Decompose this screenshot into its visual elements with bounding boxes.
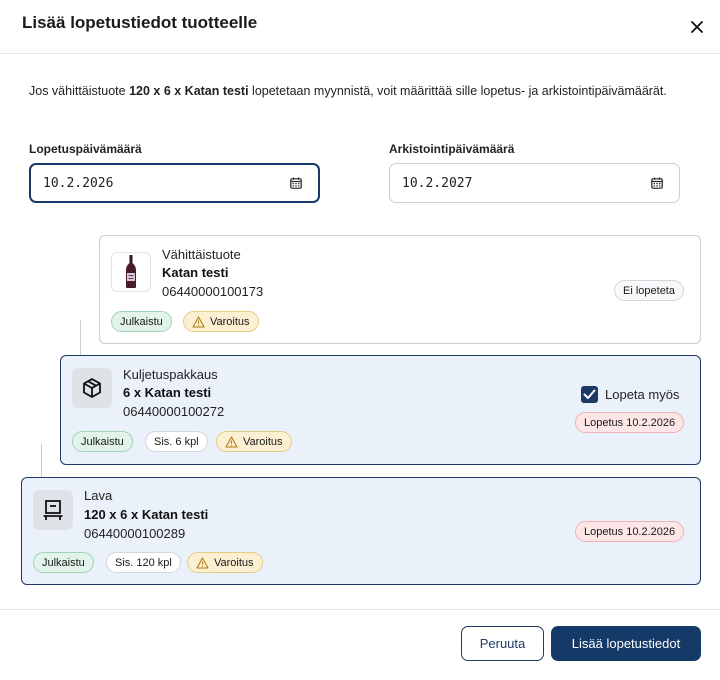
intro-product-name: 120 x 6 x Katan testi [129, 84, 249, 98]
product-card-transport-package: Kuljetuspakkaus 6 x Katan testi 06440000… [60, 355, 701, 465]
item-gtin: 06440000100289 [84, 526, 186, 541]
end-date-value: 10.2.2026 [43, 175, 114, 191]
status-badge: Julkaistu [72, 431, 133, 452]
warning-label: Varoitus [210, 315, 250, 328]
wine-bottle-icon [126, 255, 136, 288]
warning-badge[interactable]: Varoitus [183, 311, 259, 332]
end-also-label[interactable]: Lopeta myös [605, 387, 679, 402]
dialog-title: Lisää lopetustiedot tuotteelle [22, 13, 258, 32]
status-badge: Julkaistu [33, 552, 94, 573]
hierarchy-connector [80, 320, 100, 355]
product-card-retail: Vähittäistuote Katan testi 0644000010017… [99, 235, 701, 344]
warning-badge[interactable]: Varoitus [216, 431, 292, 452]
item-name: Katan testi [162, 265, 229, 280]
item-type: Lava [84, 488, 113, 503]
checkmark-icon [583, 389, 596, 399]
close-button[interactable] [684, 14, 710, 40]
archive-date-label: Arkistointipäivämäärä [389, 142, 515, 156]
item-name: 6 x Katan testi [123, 385, 212, 400]
close-icon [691, 21, 703, 33]
package-thumb [72, 368, 112, 408]
item-name: 120 x 6 x Katan testi [84, 507, 209, 522]
cancel-button[interactable]: Peruuta [461, 626, 544, 661]
pallet-thumb [33, 490, 73, 530]
warning-badge[interactable]: Varoitus [187, 552, 263, 573]
intro-text-end: lopetetaan myynnistä, voit määrittää sil… [248, 84, 667, 98]
box-icon [83, 378, 101, 398]
calendar-icon[interactable] [651, 177, 663, 189]
item-gtin: 06440000100272 [123, 404, 225, 419]
dialog-footer: Peruuta Lisää lopetustiedot [0, 609, 720, 680]
warning-label: Varoitus [243, 435, 283, 448]
pallet-icon [43, 500, 63, 520]
contains-badge: Sis. 6 kpl [145, 431, 208, 452]
end-status-badge: Ei lopeteta [614, 280, 684, 301]
end-date-label: Lopetuspäivämäärä [29, 142, 142, 156]
warning-icon [192, 315, 205, 328]
item-gtin: 06440000100173 [162, 284, 264, 299]
contains-badge: Sis. 120 kpl [106, 552, 181, 573]
end-also-checkbox[interactable] [581, 386, 598, 403]
end-date-badge: Lopetus 10.2.2026 [575, 412, 685, 433]
end-date-badge: Lopetus 10.2.2026 [575, 521, 685, 542]
hierarchy-connector [41, 444, 61, 477]
archive-date-value: 10.2.2027 [402, 175, 473, 191]
dialog-header: Lisää lopetustiedot tuotteelle [0, 0, 720, 54]
status-badge: Julkaistu [111, 311, 172, 332]
product-card-pallet: Lava 120 x 6 x Katan testi 0644000010028… [21, 477, 701, 585]
warning-icon [225, 435, 238, 448]
item-type: Vähittäistuote [162, 247, 241, 262]
intro-text-start: Jos vähittäistuote [29, 84, 130, 98]
archive-date-input[interactable]: 10.2.2027 [389, 163, 680, 203]
end-date-input[interactable]: 10.2.2026 [29, 163, 320, 203]
product-image [111, 252, 151, 292]
dialog-intro: Jos vähittäistuote 120 x 6 x Katan testi… [29, 84, 669, 98]
submit-button[interactable]: Lisää lopetustiedot [551, 626, 701, 661]
add-end-info-dialog: Lisää lopetustiedot tuotteelle Jos vähit… [0, 0, 720, 680]
calendar-icon[interactable] [290, 177, 302, 189]
item-type: Kuljetuspakkaus [123, 367, 218, 382]
warning-label: Varoitus [214, 556, 254, 569]
warning-icon [196, 556, 209, 569]
